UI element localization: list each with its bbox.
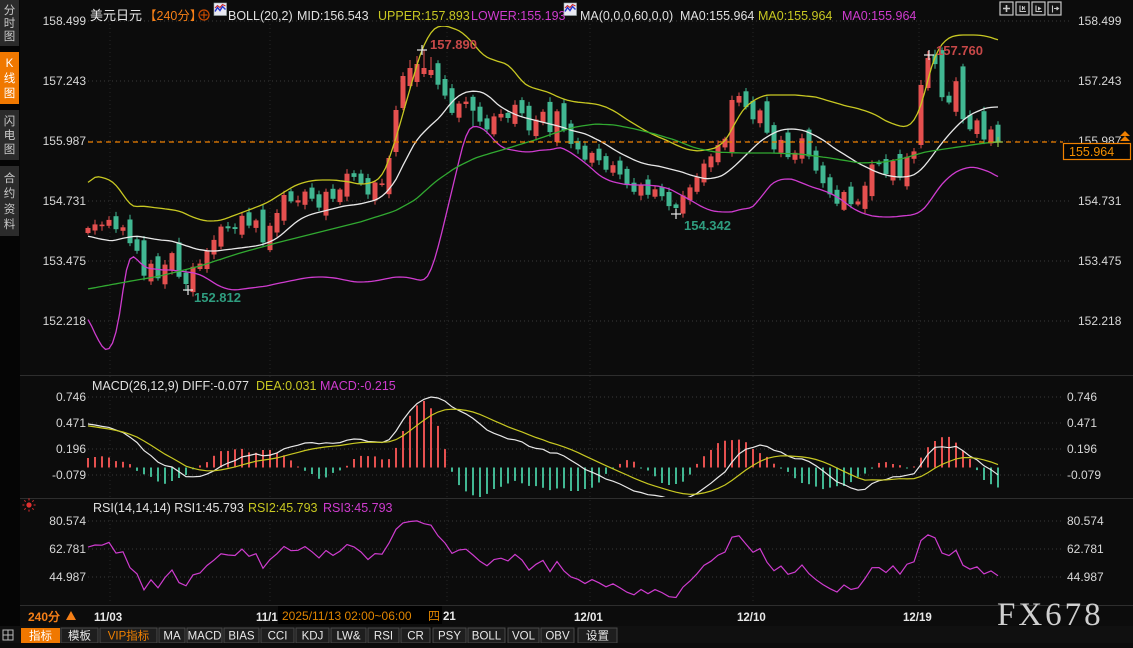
svg-text:RSI(14,14,14) RSI1:45.793: RSI(14,14,14) RSI1:45.793 bbox=[93, 501, 244, 515]
svg-text:MA0:155.964: MA0:155.964 bbox=[680, 9, 754, 23]
svg-text:四: 四 bbox=[428, 609, 440, 623]
svg-text:图: 图 bbox=[4, 30, 16, 43]
svg-text:0.471: 0.471 bbox=[1067, 416, 1097, 430]
svg-text:154.342: 154.342 bbox=[684, 218, 731, 233]
svg-text:155.987: 155.987 bbox=[43, 134, 87, 148]
svg-text:MID:156.543: MID:156.543 bbox=[297, 9, 369, 23]
svg-text:MACD: MACD bbox=[188, 631, 222, 643]
svg-text:152.812: 152.812 bbox=[194, 290, 241, 305]
svg-text:模板: 模板 bbox=[68, 629, 91, 643]
svg-text:-0.079: -0.079 bbox=[52, 468, 86, 482]
svg-text:0.746: 0.746 bbox=[56, 390, 86, 404]
svg-text:44.987: 44.987 bbox=[49, 570, 86, 584]
svg-text:图: 图 bbox=[4, 143, 16, 156]
svg-text:K: K bbox=[6, 58, 14, 70]
svg-text:152.218: 152.218 bbox=[43, 314, 87, 328]
svg-text:PSY: PSY bbox=[438, 631, 461, 643]
svg-text:料: 料 bbox=[4, 217, 16, 231]
svg-text:LW&: LW& bbox=[336, 631, 360, 643]
svg-text:0.196: 0.196 bbox=[56, 442, 86, 456]
svg-text:BIAS: BIAS bbox=[228, 631, 255, 643]
svg-text:LOWER:155.193: LOWER:155.193 bbox=[471, 9, 566, 23]
svg-text:155.964: 155.964 bbox=[1069, 145, 1114, 159]
svg-text:154.731: 154.731 bbox=[43, 194, 87, 208]
svg-text:62.781: 62.781 bbox=[49, 542, 86, 556]
svg-text:157.890: 157.890 bbox=[430, 37, 477, 52]
svg-text:MACD:-0.215: MACD:-0.215 bbox=[320, 379, 396, 393]
svg-text:12/01: 12/01 bbox=[574, 612, 603, 624]
svg-text:2025/11/13 02:00~06:00: 2025/11/13 02:00~06:00 bbox=[282, 609, 412, 623]
svg-text:157.243: 157.243 bbox=[43, 74, 87, 88]
svg-text:时: 时 bbox=[4, 17, 16, 30]
svg-text:157.243: 157.243 bbox=[1078, 74, 1122, 88]
svg-text:158.499: 158.499 bbox=[1078, 14, 1122, 28]
svg-text:指标: 指标 bbox=[29, 629, 52, 643]
svg-text:合: 合 bbox=[4, 171, 16, 185]
svg-text:62.781: 62.781 bbox=[1067, 542, 1104, 556]
svg-text:VIP指标: VIP指标 bbox=[108, 629, 150, 643]
svg-text:11/1: 11/1 bbox=[256, 612, 278, 624]
svg-text:VOL: VOL bbox=[512, 631, 536, 643]
svg-text:153.475: 153.475 bbox=[1078, 254, 1122, 268]
svg-text:MA0:155.964: MA0:155.964 bbox=[758, 9, 832, 23]
svg-text:0.196: 0.196 bbox=[1067, 442, 1097, 456]
svg-text:约: 约 bbox=[4, 186, 16, 200]
svg-text:MA0:155.964: MA0:155.964 bbox=[842, 9, 916, 23]
svg-text:153.475: 153.475 bbox=[43, 254, 87, 268]
svg-text:BOLL: BOLL bbox=[472, 631, 502, 643]
svg-text:BOLL(20,2): BOLL(20,2) bbox=[228, 9, 293, 23]
svg-text:RSI3:45.793: RSI3:45.793 bbox=[323, 501, 393, 515]
svg-text:RSI: RSI bbox=[374, 631, 393, 643]
svg-text:154.731: 154.731 bbox=[1078, 194, 1122, 208]
svg-text:0.746: 0.746 bbox=[1067, 390, 1097, 404]
svg-text:-0.079: -0.079 bbox=[1067, 468, 1101, 482]
svg-text:闪: 闪 bbox=[4, 114, 16, 128]
svg-text:MA: MA bbox=[163, 631, 181, 643]
svg-text:美元日元: 美元日元 bbox=[90, 8, 142, 23]
svg-text:152.218: 152.218 bbox=[1078, 314, 1122, 328]
svg-text:80.574: 80.574 bbox=[1067, 514, 1104, 528]
svg-text:线: 线 bbox=[4, 71, 16, 85]
svg-text:44.987: 44.987 bbox=[1067, 570, 1104, 584]
svg-text:电: 电 bbox=[4, 129, 16, 142]
svg-text:DEA:0.031: DEA:0.031 bbox=[256, 379, 317, 393]
svg-text:12/19: 12/19 bbox=[903, 612, 932, 624]
svg-text:RSI2:45.793: RSI2:45.793 bbox=[248, 501, 318, 515]
svg-text:MA(0,0,0,60,0,0): MA(0,0,0,60,0,0) bbox=[580, 9, 673, 23]
svg-text:158.499: 158.499 bbox=[43, 14, 87, 28]
svg-text:21: 21 bbox=[443, 611, 456, 623]
svg-text:0.471: 0.471 bbox=[56, 416, 86, 430]
svg-text:CCI: CCI bbox=[268, 631, 288, 643]
svg-text:UPPER:157.893: UPPER:157.893 bbox=[378, 9, 470, 23]
svg-text:80.574: 80.574 bbox=[49, 514, 86, 528]
svg-text:11/03: 11/03 bbox=[94, 612, 122, 624]
svg-text:MACD(26,12,9) DIFF:-0.077: MACD(26,12,9) DIFF:-0.077 bbox=[92, 379, 249, 393]
svg-text:240分: 240分 bbox=[28, 609, 60, 624]
svg-text:157.760: 157.760 bbox=[936, 43, 983, 58]
svg-text:设置: 设置 bbox=[586, 630, 609, 643]
svg-text:资: 资 bbox=[4, 203, 16, 216]
svg-text:【240分】: 【240分】 bbox=[144, 9, 202, 23]
svg-text:KDJ: KDJ bbox=[302, 631, 324, 643]
svg-text:OBV: OBV bbox=[545, 631, 570, 643]
svg-text:CR: CR bbox=[407, 631, 424, 643]
svg-text:12/10: 12/10 bbox=[737, 612, 766, 624]
svg-text:图: 图 bbox=[4, 87, 16, 100]
svg-text:分: 分 bbox=[4, 4, 16, 17]
